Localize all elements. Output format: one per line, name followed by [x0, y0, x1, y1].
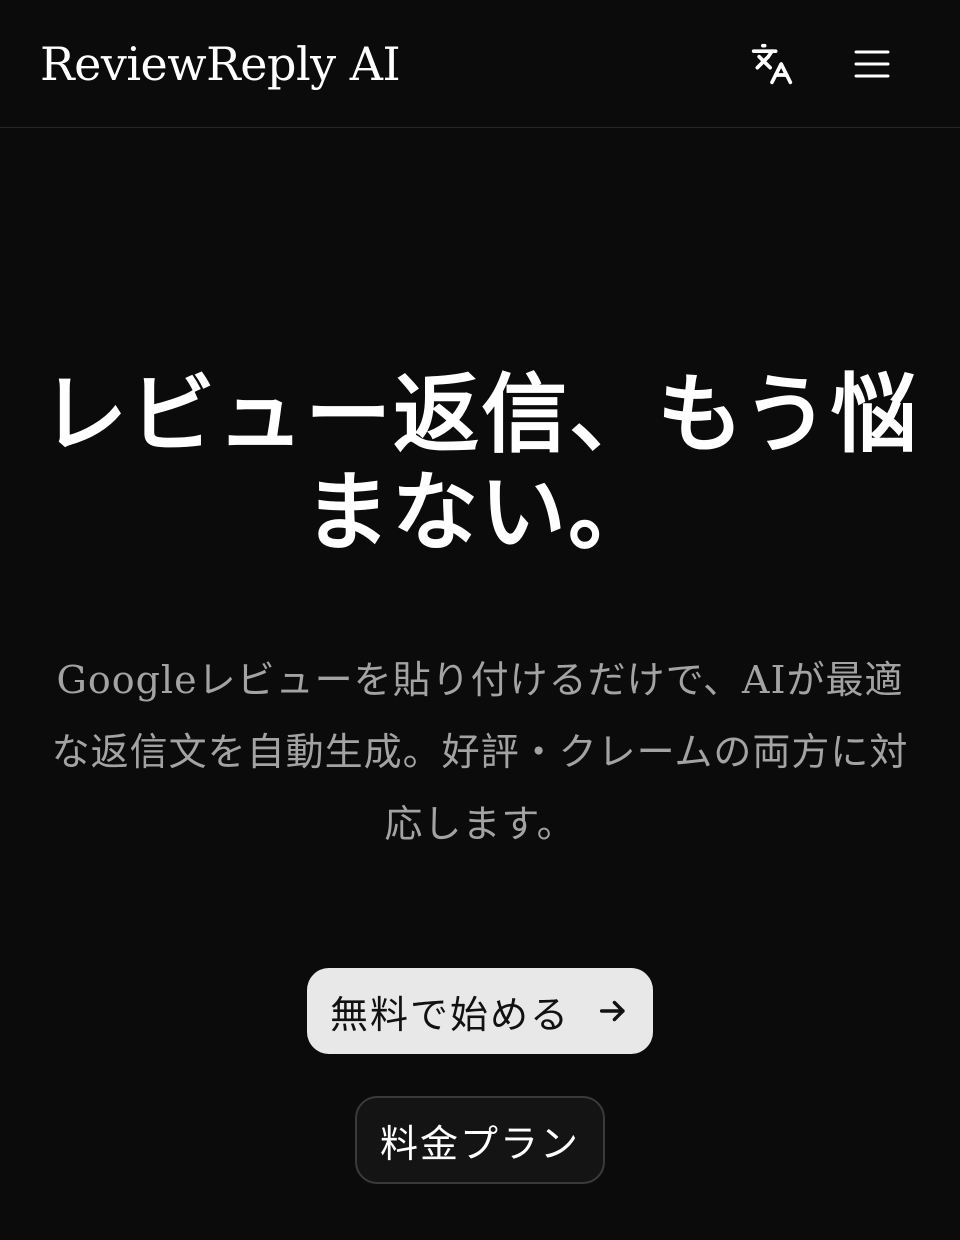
hero-section: レビュー返信、もう悩 まない。 Googleレビューを貼り付けるだけで、AIが最…	[0, 128, 960, 1184]
pricing-label: 料金プラン	[379, 1121, 580, 1166]
menu-button[interactable]	[842, 34, 902, 94]
page: ReviewReply AI レビュー返信、もう悩 まない。 Googleレビュ…	[0, 0, 960, 1240]
cta-group: 無料で始める 料金プラン	[40, 968, 920, 1184]
translate-icon	[751, 43, 793, 84]
hero-title: レビュー返信、もう悩 まない。	[40, 366, 920, 562]
brand-logo[interactable]: ReviewReply AI	[40, 37, 401, 91]
hero-title-line-2: まない。	[304, 462, 656, 563]
header-actions	[742, 34, 902, 94]
hero-title-line-1: レビュー返信、もう悩	[41, 364, 919, 465]
arrow-right-icon	[599, 1000, 625, 1022]
hero-subtitle: Googleレビューを貼り付けるだけで、AIが最適な返信文を自動生成。好評・クレ…	[51, 658, 909, 846]
language-button[interactable]	[742, 34, 802, 94]
pricing-button[interactable]: 料金プラン	[355, 1096, 605, 1184]
start-free-label: 無料で始める	[329, 992, 570, 1037]
hamburger-menu-icon	[854, 50, 890, 77]
site-header: ReviewReply AI	[0, 0, 960, 128]
start-free-button[interactable]: 無料で始める	[307, 968, 653, 1054]
